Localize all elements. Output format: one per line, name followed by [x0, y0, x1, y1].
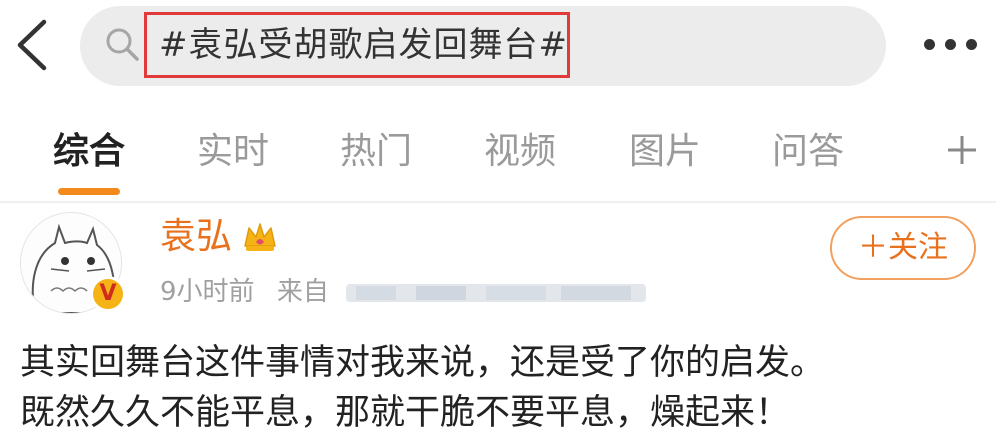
search-query-highlight[interactable]: #袁弘受胡歌启发回舞台#: [144, 12, 570, 78]
post-meta: 9小时前 来自: [160, 274, 343, 310]
blurred-source: [346, 284, 646, 302]
username[interactable]: 袁弘: [160, 214, 232, 260]
more-button[interactable]: [920, 30, 980, 60]
verified-icon: V: [90, 276, 126, 312]
add-tab-button[interactable]: [942, 128, 982, 172]
crown-icon: [244, 223, 276, 251]
tab-comprehensive[interactable]: 综合: [53, 130, 125, 174]
more-icon-dot: [966, 39, 977, 50]
post-source-label: 来自: [276, 277, 329, 307]
divider: [0, 201, 996, 203]
top-bar: #袁弘受胡歌启发回舞台#: [0, 0, 996, 100]
tab-qa[interactable]: 问答: [772, 130, 844, 174]
follow-button[interactable]: ＋关注: [830, 216, 976, 280]
back-button[interactable]: [8, 14, 58, 76]
post-text-line: 其实回舞台这件事情对我来说，还是受了你的启发。: [20, 343, 826, 383]
tab-video[interactable]: 视频: [484, 130, 556, 174]
tab-bar: 综合 实时 热门 视频 图片 问答: [0, 100, 996, 200]
tab-hot[interactable]: 热门: [340, 130, 412, 174]
post-time: 9小时前: [160, 277, 255, 307]
more-icon-dot: [945, 39, 956, 50]
search-icon: [106, 28, 139, 61]
plus-icon: [948, 136, 976, 164]
back-arrow-icon: [17, 19, 47, 71]
tab-images[interactable]: 图片: [629, 130, 701, 174]
more-icon: [924, 39, 935, 50]
post-text-line: 既然久久不能平息，那就干脆不要平息，燥起来！: [20, 393, 791, 433]
search-query: #袁弘受胡歌启发回舞台#: [159, 25, 568, 65]
active-tab-indicator: [58, 188, 120, 195]
post-content: 其实回舞台这件事情对我来说，还是受了你的启发。 既然久久不能平息，那就干脆不要平…: [20, 338, 980, 438]
tab-realtime[interactable]: 实时: [197, 130, 269, 174]
